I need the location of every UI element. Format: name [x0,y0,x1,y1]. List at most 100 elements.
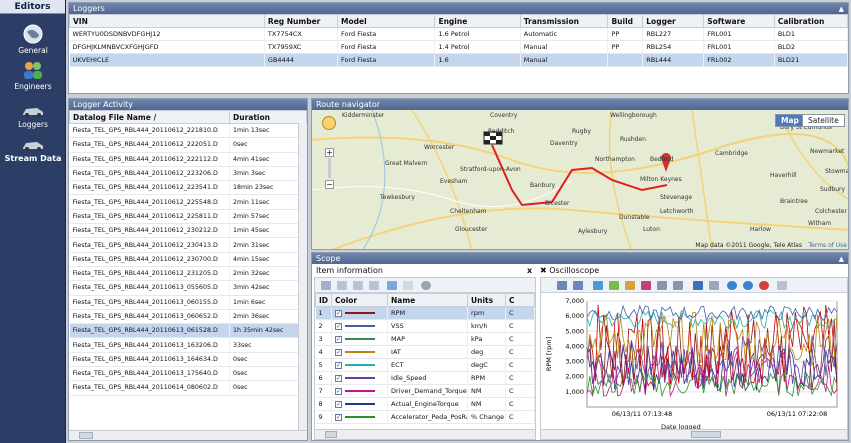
column-header[interactable]: VIN [69,14,265,28]
markers-icon[interactable] [641,281,651,290]
table-row[interactable]: WERTYU0DSDNBVDFGHJ12 TX7754CX Ford Fiesta 1… [69,27,848,41]
column-header-id[interactable]: ID [314,293,333,307]
export-icon[interactable] [777,281,787,290]
visibility-checkbox[interactable]: ✓ [335,310,343,317]
visibility-checkbox[interactable]: ✓ [335,401,343,408]
list-item[interactable]: Fiesta_TEL_GPS_RBL444_20110612_225811.D 2… [69,209,307,225]
table-row[interactable]: UKVEHICLE GB4444 Ford Fiesta 1.6 Manual RBL44… [69,53,848,67]
item-hscroll[interactable] [315,429,535,439]
column-header-c[interactable]: C [505,293,535,307]
visibility-checkbox[interactable]: ✓ [335,414,343,421]
list-item[interactable]: Fiesta_TEL_GPS_RBL444_20110613_061528.D 1… [69,323,307,339]
oscilloscope-chart[interactable]: 1,000 2,000 3,000 4,000 5,000 6,000 7,000 RPM [… [541,295,847,419]
list-item[interactable]: Fiesta_TEL_GPS_RBL444_20110612_223206.D 3… [69,166,307,182]
color-swatch[interactable] [345,338,376,340]
sidebar-item-stream-data[interactable]: Stream Data [0,138,66,163]
chart-icon[interactable] [573,281,583,290]
list-item[interactable]: Fiesta_TEL_GPS_RBL444_20110613_055605.D 3… [69,280,307,296]
table-row[interactable]: 5 ✓ ECT degC C [315,358,535,372]
list-item[interactable]: Fiesta_TEL_GPS_RBL444_20110612_230212.D 1… [69,223,307,239]
table-row[interactable]: 4 ✓ IAT deg C [315,345,535,359]
list-item[interactable]: Fiesta_TEL_GPS_RBL444_20110614_080602.D 0… [69,380,307,396]
collapse-icon[interactable]: ▲ [839,254,844,265]
visibility-checkbox[interactable]: ✓ [335,349,343,356]
visibility-checkbox[interactable]: ✓ [335,388,343,395]
color-swatch[interactable] [345,403,376,405]
osc-hscroll[interactable] [541,429,847,439]
list-item[interactable]: Fiesta_TEL_GPS_RBL444_20110612_231205.D 2… [69,266,307,282]
visibility-checkbox[interactable]: ✓ [335,336,343,343]
cursor-icon[interactable] [693,281,703,290]
table-row[interactable]: 8 ✓ Actual_EngineTorque NM C [315,397,535,411]
map-type-satellite-button[interactable]: Satellite [802,114,845,127]
legend-icon[interactable] [657,281,667,290]
table-row[interactable]: 7 ✓ Driver_Demand_Torque NM C [315,384,535,398]
settings-icon[interactable] [421,281,431,290]
activity-vscroll[interactable] [298,123,307,430]
color-swatch[interactable] [345,364,376,366]
zoom-out-button[interactable]: − [325,180,334,189]
collapse-icon[interactable]: ▲ [839,4,844,15]
visibility-checkbox[interactable]: ✓ [335,323,343,330]
column-header[interactable]: Reg Number [263,14,339,28]
list-item[interactable]: Fiesta_TEL_GPS_RBL444_20110612_230700.D 4… [69,252,307,267]
map-terms-link[interactable]: Terms of Use [809,242,847,249]
column-header-color[interactable]: Color [331,293,389,307]
column-header[interactable]: Software [703,14,775,28]
points-icon[interactable] [625,281,635,290]
zoom-slider[interactable] [328,158,331,178]
column-header-file[interactable]: Datalog File Name / [69,110,230,124]
table-row[interactable]: 3 ✓ MAP kPa C [315,332,535,346]
column-header[interactable]: Transmission [519,14,609,28]
delete-icon[interactable] [369,281,379,290]
list-item[interactable]: Fiesta_TEL_GPS_RBL444_20110612_222051.D 0… [69,137,307,153]
paste-icon[interactable] [353,281,363,290]
color-swatch[interactable] [345,390,376,392]
map-view[interactable]: Kidderminster Coventry Rugby Redditch Davent… [312,109,848,249]
table-row[interactable]: 1 ✓ RPM rpm C [315,306,535,320]
column-header[interactable]: Engine [434,14,521,28]
list-item[interactable]: Fiesta_TEL_GPS_RBL444_20110612_223541.D 1… [69,180,307,196]
column-header[interactable]: Model [337,14,436,28]
color-swatch[interactable] [345,377,376,379]
list-item[interactable]: Fiesta_TEL_GPS_RBL444_20110612_222112.D 4… [69,152,307,167]
list-item[interactable]: Fiesta_TEL_GPS_RBL444_20110613_060652.D 2… [69,309,307,325]
column-header[interactable]: Build [607,14,644,28]
color-swatch[interactable] [345,351,376,353]
column-header[interactable]: Logger [642,14,705,28]
list-item[interactable]: Fiesta_TEL_GPS_RBL444_20110613_164634.D 0… [69,352,307,368]
color-swatch[interactable] [345,416,376,418]
visibility-checkbox[interactable]: ✓ [335,375,343,382]
color-icon[interactable] [387,281,397,290]
color-swatch[interactable] [345,312,376,314]
list-item[interactable]: Fiesta_TEL_GPS_RBL444_20110612_221810.D 1… [69,123,307,139]
column-header-name[interactable]: Name [387,293,469,307]
pan-icon[interactable] [709,281,719,290]
new-icon[interactable] [321,281,331,290]
column-header[interactable]: Calibration [773,14,848,28]
zoom-out-icon[interactable] [743,281,753,290]
color-swatch[interactable] [345,325,376,327]
frame-icon[interactable] [403,281,413,290]
list-item[interactable]: Fiesta_TEL_GPS_RBL444_20110613_175640.D 0… [69,366,307,382]
series-icon[interactable] [609,281,619,290]
table-row[interactable]: 9✓ Accelerator_Peda_PosRa% Change PC [315,410,535,424]
grid-icon[interactable] [673,281,683,290]
list-item[interactable]: Fiesta_TEL_GPS_RBL444_20110612_225548.D 2… [69,194,307,210]
sidebar-item-general[interactable]: General [0,24,66,55]
table-row[interactable]: 6 ✓ Idle_Speed RPM C [315,371,535,385]
visibility-checkbox[interactable]: ✓ [335,362,343,369]
zoom-in-button[interactable]: + [325,148,334,157]
list-item[interactable]: Fiesta_TEL_GPS_RBL444_20110612_230413.D 2… [69,237,307,253]
column-header-duration[interactable]: Duration [229,110,307,124]
activity-hscroll[interactable] [69,430,307,440]
list-item[interactable]: Fiesta_TEL_GPS_RBL444_20110613_060155.D 1… [69,295,307,310]
map-type-map-button[interactable]: Map [775,114,805,127]
zoom-in-icon[interactable] [727,281,737,290]
zoom-reset-icon[interactable] [759,281,769,290]
copy-icon[interactable] [337,281,347,290]
column-header-units[interactable]: Units [467,293,507,307]
list-item[interactable]: Fiesta_TEL_GPS_RBL444_20110613_163206.D 3… [69,337,307,353]
axis-icon[interactable] [557,281,567,290]
sidebar-item-loggers[interactable]: Loggers [0,104,66,129]
